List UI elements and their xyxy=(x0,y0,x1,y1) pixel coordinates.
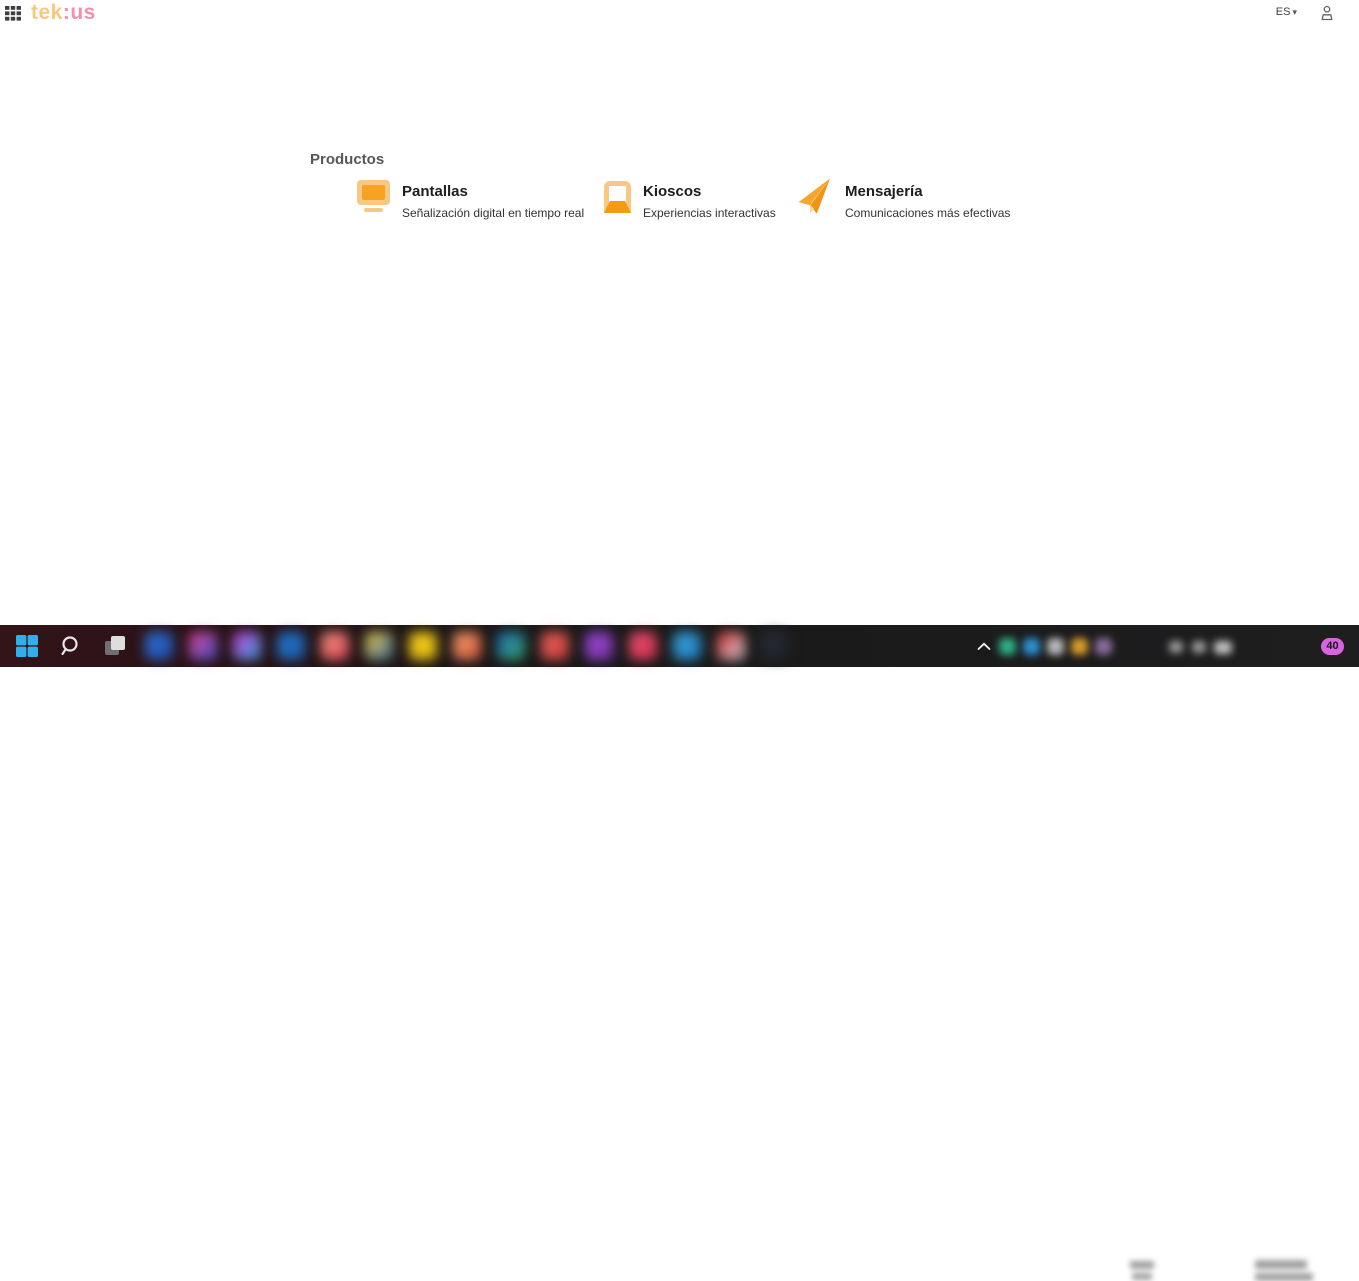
taskbar-app-9[interactable] xyxy=(497,632,525,660)
taskbar-app-10[interactable] xyxy=(541,632,569,660)
product-description: Experiencias interactivas xyxy=(643,206,776,220)
tray-icon-3[interactable] xyxy=(1047,638,1064,655)
taskbar-app-15[interactable] xyxy=(761,632,789,660)
taskbar-app-13[interactable] xyxy=(673,632,701,660)
product-name: Mensajería xyxy=(845,180,1010,200)
taskbar-app-3[interactable] xyxy=(233,632,261,660)
tray-icon-5[interactable] xyxy=(1095,638,1112,655)
taskbar-app-2[interactable] xyxy=(189,632,217,660)
tekus-logo[interactable]: tek:us xyxy=(31,1,96,25)
taskbar-app-14[interactable] xyxy=(717,632,745,660)
start-button[interactable] xyxy=(13,632,41,660)
taskbar xyxy=(0,625,1359,667)
kiosk-icon xyxy=(604,181,631,213)
notification-badge[interactable]: 40 xyxy=(1321,638,1344,655)
taskbar-app-12[interactable] xyxy=(629,632,657,660)
taskbar-app-5[interactable] xyxy=(321,632,349,660)
screen-icon xyxy=(357,180,390,212)
language-selector[interactable]: ES▾ xyxy=(1276,6,1297,18)
user-icon[interactable] xyxy=(1320,5,1334,21)
clock-date[interactable] xyxy=(1255,1260,1313,1281)
tray-icon-2[interactable] xyxy=(1023,638,1040,655)
taskbar-app-8[interactable] xyxy=(453,632,481,660)
tray-language-indicator[interactable] xyxy=(1130,1261,1154,1280)
taskbar-app-7[interactable] xyxy=(409,632,437,660)
product-item-kioscos[interactable]: Kioscos Experiencias interactivas xyxy=(604,180,776,220)
paper-plane-icon xyxy=(795,177,835,217)
battery-icon[interactable] xyxy=(1214,641,1232,654)
product-name: Pantallas xyxy=(402,180,584,200)
taskbar-app-6[interactable] xyxy=(365,632,393,660)
apps-grid-icon[interactable] xyxy=(5,6,21,21)
tray-icon-1[interactable] xyxy=(999,638,1016,655)
tray-chevron-up-icon[interactable] xyxy=(972,632,996,660)
volume-icon[interactable] xyxy=(1192,641,1206,653)
tray-icon-4[interactable] xyxy=(1071,638,1088,655)
search-icon[interactable] xyxy=(57,632,85,660)
task-view-icon[interactable] xyxy=(101,632,129,660)
product-description: Comunicaciones más efectivas xyxy=(845,206,1010,220)
page-header: tek:us ES▾ xyxy=(0,0,1359,28)
taskbar-app-4[interactable] xyxy=(277,632,305,660)
network-icon[interactable] xyxy=(1169,641,1183,653)
taskbar-app-11[interactable] xyxy=(585,632,613,660)
product-name: Kioscos xyxy=(643,180,776,200)
product-item-pantallas[interactable]: Pantallas Señalización digital en tiempo… xyxy=(357,180,584,220)
chevron-down-icon: ▾ xyxy=(1292,7,1297,17)
product-item-mensajeria[interactable]: Mensajería Comunicaciones más efectivas xyxy=(797,180,1010,220)
product-description: Señalización digital en tiempo real xyxy=(402,206,584,220)
taskbar-app-1[interactable] xyxy=(145,632,173,660)
products-section-title: Productos xyxy=(310,151,384,168)
